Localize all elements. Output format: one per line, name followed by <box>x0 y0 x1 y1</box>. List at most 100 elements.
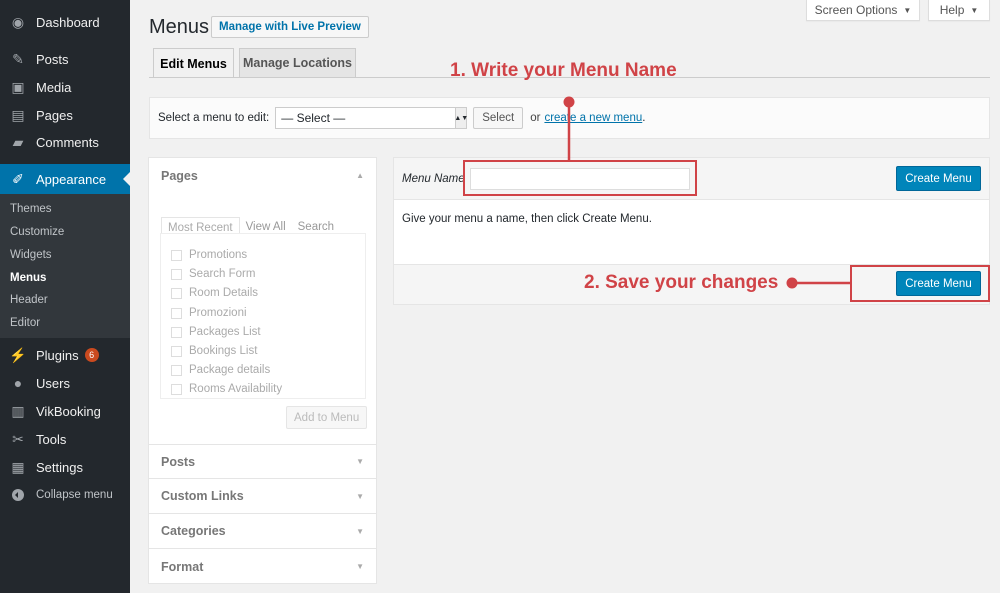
sidebar-item-comments[interactable]: ▰ Comments <box>0 133 130 151</box>
sidebar-item-dashboard[interactable]: ◉ Dashboard <box>0 13 130 31</box>
list-item[interactable]: Packages List <box>171 326 261 338</box>
list-item-label: Packages List <box>189 326 261 338</box>
plugins-update-badge: 6 <box>85 348 99 362</box>
brush-icon: ✐ <box>8 171 28 187</box>
accordion-section-pages[interactable]: Pages ▲ <box>149 158 376 193</box>
caret-down-icon: ▼ <box>356 457 364 466</box>
add-to-menu-button[interactable]: Add to Menu <box>286 406 367 429</box>
help-button[interactable]: Help ▼ <box>928 0 990 21</box>
sidebar-item-posts[interactable]: ✎ Posts <box>0 50 130 68</box>
annotation-step-2: 2. Save your changes <box>584 272 778 294</box>
menu-select-value: — Select — <box>281 111 345 125</box>
sidebar-item-label: VikBooking <box>36 404 101 419</box>
list-item[interactable]: Search Form <box>171 268 255 280</box>
submenu-item-menus[interactable]: Menus <box>10 272 46 284</box>
select-arrows-icon: ▲▼ <box>455 108 466 128</box>
sidebar-item-label: Posts <box>36 52 69 67</box>
list-item[interactable]: Bookings List <box>171 345 257 357</box>
sidebar-item-vikbooking[interactable]: ▥ VikBooking <box>0 402 130 420</box>
collapse-icon <box>8 487 28 503</box>
list-item[interactable]: Promotions <box>171 249 247 261</box>
create-menu-button-top[interactable]: Create Menu <box>896 166 981 191</box>
appearance-submenu: Themes Customize Widgets Menus Header Ed… <box>0 194 130 338</box>
sidebar-item-label: Tools <box>36 432 66 447</box>
checkbox[interactable] <box>171 365 182 376</box>
submenu-item-editor[interactable]: Editor <box>10 317 40 329</box>
screen-options-button[interactable]: Screen Options ▼ <box>806 0 920 21</box>
caret-down-icon: ▼ <box>356 492 364 501</box>
annotation-step-1: 1. Write your Menu Name <box>450 60 677 82</box>
accordion-section-title: Custom Links <box>161 489 244 503</box>
submenu-item-themes[interactable]: Themes <box>10 203 52 215</box>
accordion-section-title: Pages <box>161 169 198 183</box>
annotation-highlight-menu-name <box>463 160 697 196</box>
building-icon: ▥ <box>8 403 28 419</box>
caret-down-icon: ▼ <box>970 6 978 15</box>
sidebar-item-label: Dashboard <box>36 15 100 30</box>
sidebar-item-appearance[interactable]: ✐ Appearance <box>0 164 130 194</box>
tab-manage-locations[interactable]: Manage Locations <box>239 48 356 77</box>
list-item[interactable]: Room Details <box>171 287 258 299</box>
or-text: or <box>530 112 540 124</box>
checkbox[interactable] <box>171 327 182 338</box>
list-item[interactable]: Rooms Availability <box>171 383 282 395</box>
sidebar-item-tools[interactable]: ✂ Tools <box>0 430 130 448</box>
checkbox[interactable] <box>171 384 182 395</box>
sidebar-item-pages[interactable]: ▤ Pages <box>0 106 130 124</box>
wrench-icon: ✂ <box>8 431 28 447</box>
checkbox[interactable] <box>171 288 182 299</box>
sidebar-collapse-menu[interactable]: Collapse menu <box>0 486 130 504</box>
manage-live-preview-button[interactable]: Manage with Live Preview <box>211 16 369 38</box>
sidebar-item-plugins[interactable]: ⚡ Plugins 6 <box>0 346 130 364</box>
submenu-item-customize[interactable]: Customize <box>10 226 64 238</box>
menu-instructions: Give your menu a name, then click Create… <box>402 213 652 225</box>
sidebar-item-settings[interactable]: ▦ Settings <box>0 458 130 476</box>
checkbox[interactable] <box>171 250 182 261</box>
page-title: Menus <box>149 16 209 39</box>
admin-sidebar: ◉ Dashboard ✎ Posts ▣ Media ▤ Pages ▰ Co… <box>0 0 130 593</box>
list-item[interactable]: Promozioni <box>171 307 247 319</box>
caret-down-icon: ▼ <box>356 562 364 571</box>
submenu-item-widgets[interactable]: Widgets <box>10 249 52 261</box>
settings-icon: ▦ <box>8 459 28 475</box>
list-item-label: Rooms Availability <box>189 383 282 395</box>
pin-icon: ✎ <box>8 51 28 67</box>
comments-icon: ▰ <box>8 134 28 150</box>
accordion-section-posts[interactable]: Posts ▼ <box>149 444 376 479</box>
accordion-section-title: Posts <box>161 455 195 469</box>
menu-name-label: Menu Name <box>402 173 465 185</box>
list-item[interactable]: Package details <box>171 364 270 376</box>
sidebar-item-users[interactable]: ● Users <box>0 374 130 392</box>
list-item-label: Room Details <box>189 287 258 299</box>
menu-select[interactable]: — Select — ▲▼ <box>275 107 467 129</box>
select-button[interactable]: Select <box>473 107 523 129</box>
create-new-menu-link[interactable]: create a new menu <box>544 112 642 124</box>
list-item-label: Search Form <box>189 268 255 280</box>
caret-down-icon: ▼ <box>356 527 364 536</box>
tab-edit-menus[interactable]: Edit Menus <box>153 48 234 78</box>
accordion-section-custom-links[interactable]: Custom Links ▼ <box>149 479 376 514</box>
screen-options-label: Screen Options <box>815 3 898 17</box>
accordion-section-categories[interactable]: Categories ▼ <box>149 514 376 549</box>
sidebar-item-label: Appearance <box>36 172 106 187</box>
checkbox[interactable] <box>171 308 182 319</box>
checkbox[interactable] <box>171 269 182 280</box>
sidebar-item-media[interactable]: ▣ Media <box>0 78 130 96</box>
caret-up-icon: ▲ <box>356 171 364 180</box>
pages-icon: ▤ <box>8 107 28 123</box>
checkbox[interactable] <box>171 346 182 357</box>
sidebar-item-label: Media <box>36 80 71 95</box>
annotation-highlight-create-button <box>850 265 990 302</box>
accordion-section-title: Format <box>161 560 203 574</box>
dashboard-icon: ◉ <box>8 14 28 30</box>
list-item-label: Package details <box>189 364 270 376</box>
sidebar-item-label: Users <box>36 376 70 391</box>
help-label: Help <box>940 3 965 17</box>
submenu-item-header[interactable]: Header <box>10 294 48 306</box>
media-icon: ▣ <box>8 79 28 95</box>
accordion-section-format[interactable]: Format ▼ <box>149 549 376 584</box>
caret-down-icon: ▼ <box>903 6 911 15</box>
accordion-section-title: Categories <box>161 524 226 538</box>
select-menu-bar: Select a menu to edit: — Select — ▲▼ Sel… <box>149 97 990 139</box>
plugin-icon: ⚡ <box>8 347 28 363</box>
